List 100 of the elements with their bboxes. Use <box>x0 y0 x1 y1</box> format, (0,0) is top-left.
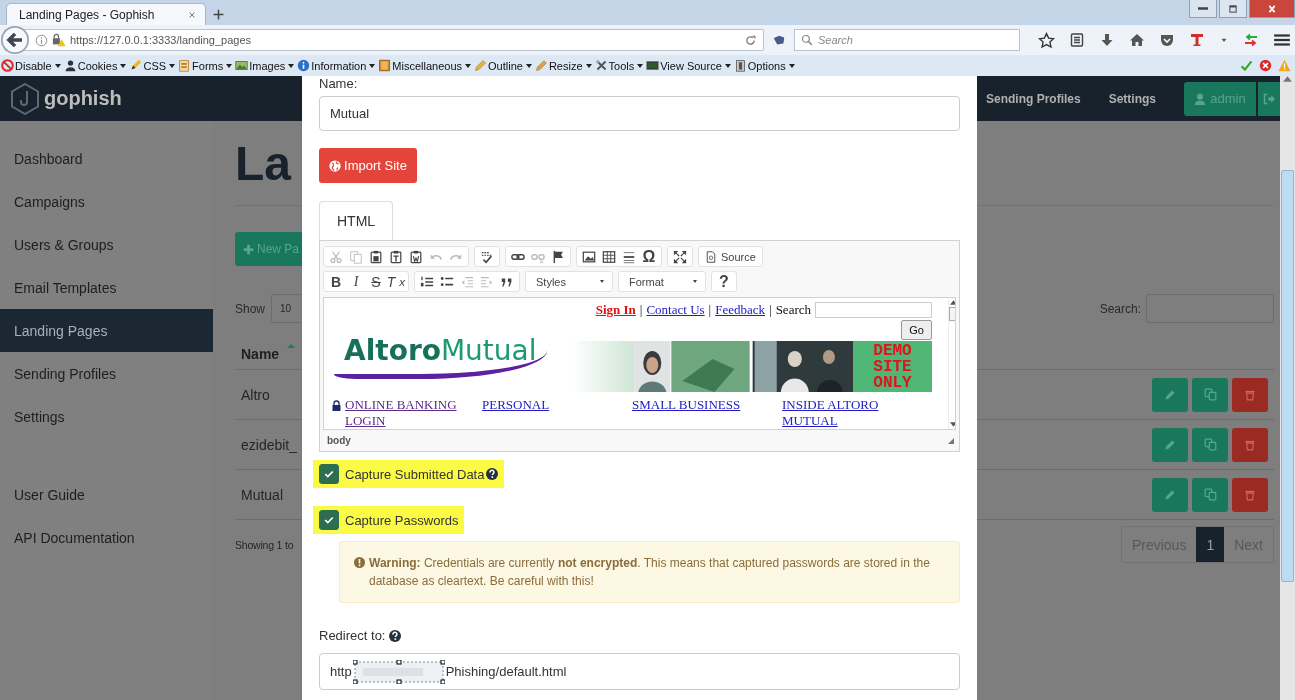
copy-icon <box>1203 488 1217 501</box>
logout-button[interactable] <box>1258 81 1280 116</box>
user-icon <box>1194 92 1207 105</box>
source-button[interactable]: Source <box>701 247 760 266</box>
import-site-button[interactable]: Import Site <box>319 148 417 183</box>
arrow-down-icon[interactable] <box>949 422 955 427</box>
addon-menu[interactable]: Resize <box>534 59 592 72</box>
help-icon[interactable] <box>486 468 499 480</box>
t-icon[interactable] <box>1189 32 1205 48</box>
page-title: La <box>235 136 291 192</box>
addon-menu[interactable]: CSS <box>129 59 176 72</box>
search-label: Search <box>775 301 811 318</box>
site-logo: AltoroMutual <box>334 331 547 379</box>
sidebar-link[interactable]: User Guide <box>0 473 213 516</box>
back-icon[interactable] <box>1 26 29 54</box>
sidebar-item[interactable]: Dashboard <box>0 137 213 180</box>
addon-menu[interactable]: Information <box>297 59 376 72</box>
page-link[interactable]: 1 <box>1196 527 1225 562</box>
addon-menu[interactable]: Images <box>235 59 295 72</box>
addon-menu[interactable]: Disable <box>1 59 61 72</box>
arrows-icon[interactable] <box>1243 32 1259 48</box>
browser-tab[interactable]: Landing Pages - Gophish <box>6 3 206 25</box>
scrollbar-thumb[interactable] <box>949 307 955 321</box>
info-icon[interactable] <box>35 33 48 47</box>
addon-icon[interactable] <box>772 33 786 47</box>
sidebar-item[interactable]: Settings <box>0 395 213 438</box>
star-icon[interactable] <box>1038 31 1055 49</box>
toolbar-button[interactable]: ? <box>714 272 734 291</box>
nav-link[interactable]: Settings <box>1108 91 1156 106</box>
toolbar-button[interactable]: S <box>366 272 386 291</box>
arrow-up-icon[interactable] <box>949 300 955 305</box>
resize-grip-icon[interactable] <box>948 437 954 444</box>
addon-menu[interactable]: Miscellaneous <box>378 59 472 72</box>
nav-link[interactable]: ONLINE BANKING LOGIN <box>345 397 482 429</box>
checkbox[interactable] <box>319 510 339 530</box>
scrollbar-thumb[interactable] <box>1281 170 1294 582</box>
sidebar-link[interactable]: API Documentation <box>0 516 213 559</box>
scrollbar[interactable] <box>1280 76 1295 700</box>
tools-icon <box>594 59 608 72</box>
sidebar-item[interactable]: Landing Pages <box>0 309 213 352</box>
nav-link[interactable]: INSIDE ALTORO MUTUAL <box>782 397 932 429</box>
hook-logo-icon <box>10 82 40 115</box>
pencil-icon <box>1164 388 1176 401</box>
page-link[interactable]: Feedback <box>715 301 765 318</box>
search-field[interactable]: Search <box>794 29 1020 51</box>
dropdown[interactable]: Format <box>621 272 703 291</box>
form-icon <box>178 59 192 72</box>
sign-in-link[interactable]: Sign In <box>595 301 636 318</box>
addon-menu[interactable]: Outline <box>474 59 532 72</box>
nav-link[interactable]: Sending Profiles <box>985 91 1081 106</box>
paste-text-icon <box>389 249 403 264</box>
arrow-up-icon[interactable] <box>1283 76 1292 82</box>
paste-word-icon <box>409 249 423 264</box>
show-label: Show <box>235 301 266 316</box>
addon-menu[interactable]: View Source <box>646 59 731 72</box>
exclamation-icon <box>354 557 365 568</box>
table-cell: Altro <box>241 386 270 403</box>
banner-text: DEMO SITE ONLY <box>853 341 932 392</box>
sidebar-item[interactable]: Sending Profiles <box>0 352 213 395</box>
error-icon[interactable] <box>1259 59 1272 72</box>
pocket-icon[interactable] <box>1159 32 1175 48</box>
reload-icon[interactable] <box>744 33 757 47</box>
plus-icon[interactable] <box>212 8 225 21</box>
info-icon <box>297 59 311 72</box>
addon-menu[interactable]: Options <box>733 59 795 72</box>
menu-icon[interactable] <box>1273 31 1291 49</box>
toolbar-button[interactable]: I <box>346 272 366 291</box>
search-icon <box>801 34 813 46</box>
brand-name[interactable]: gophish <box>44 87 122 110</box>
dropdown[interactable]: Styles <box>528 272 610 291</box>
sidebar-item[interactable]: Email Templates <box>0 266 213 309</box>
nav-link[interactable]: PERSONAL <box>482 397 550 413</box>
toolbar-button[interactable]: B <box>326 272 346 291</box>
column-header[interactable]: Name <box>241 345 280 362</box>
minimize-button[interactable] <box>1189 0 1217 18</box>
lock-warning-icon[interactable] <box>52 33 66 47</box>
name-field[interactable]: Mutual <box>319 96 960 131</box>
element-path[interactable]: body <box>327 435 351 446</box>
addon-menu[interactable]: Forms <box>178 59 233 72</box>
sidebar-item[interactable]: Users & Groups <box>0 223 213 266</box>
addon-menu[interactable]: Cookies <box>63 59 127 72</box>
help-icon[interactable] <box>389 629 402 642</box>
reading-list-icon[interactable] <box>1069 32 1085 48</box>
redirect-field[interactable]: http Phishing/default.html <box>319 653 960 690</box>
close-icon[interactable] <box>187 9 197 20</box>
plus-icon <box>243 243 254 255</box>
trash-icon <box>1244 438 1256 451</box>
go-button[interactable]: Go <box>901 320 932 340</box>
toolbar-button[interactable]: Ω <box>639 247 659 266</box>
address-bar[interactable]: https://127.0.0.1:3333/landing_pages <box>4 29 764 51</box>
checkbox[interactable] <box>319 464 339 484</box>
scrollbar[interactable] <box>948 298 955 429</box>
home-icon[interactable] <box>1129 32 1145 48</box>
nav-link[interactable]: SMALL BUSINESS <box>632 397 741 413</box>
sidebar-item[interactable]: Campaigns <box>0 180 213 223</box>
check-icon[interactable] <box>1240 59 1253 72</box>
warning-text: Warning: Credentials are currently not encrypted. This means that captured passwords are stored in the database as cleartext. Be careful with this! <box>369 555 931 590</box>
download-icon[interactable] <box>1099 32 1115 48</box>
page-link[interactable]: Contact Us <box>646 301 705 318</box>
close-button[interactable] <box>1249 0 1295 18</box>
